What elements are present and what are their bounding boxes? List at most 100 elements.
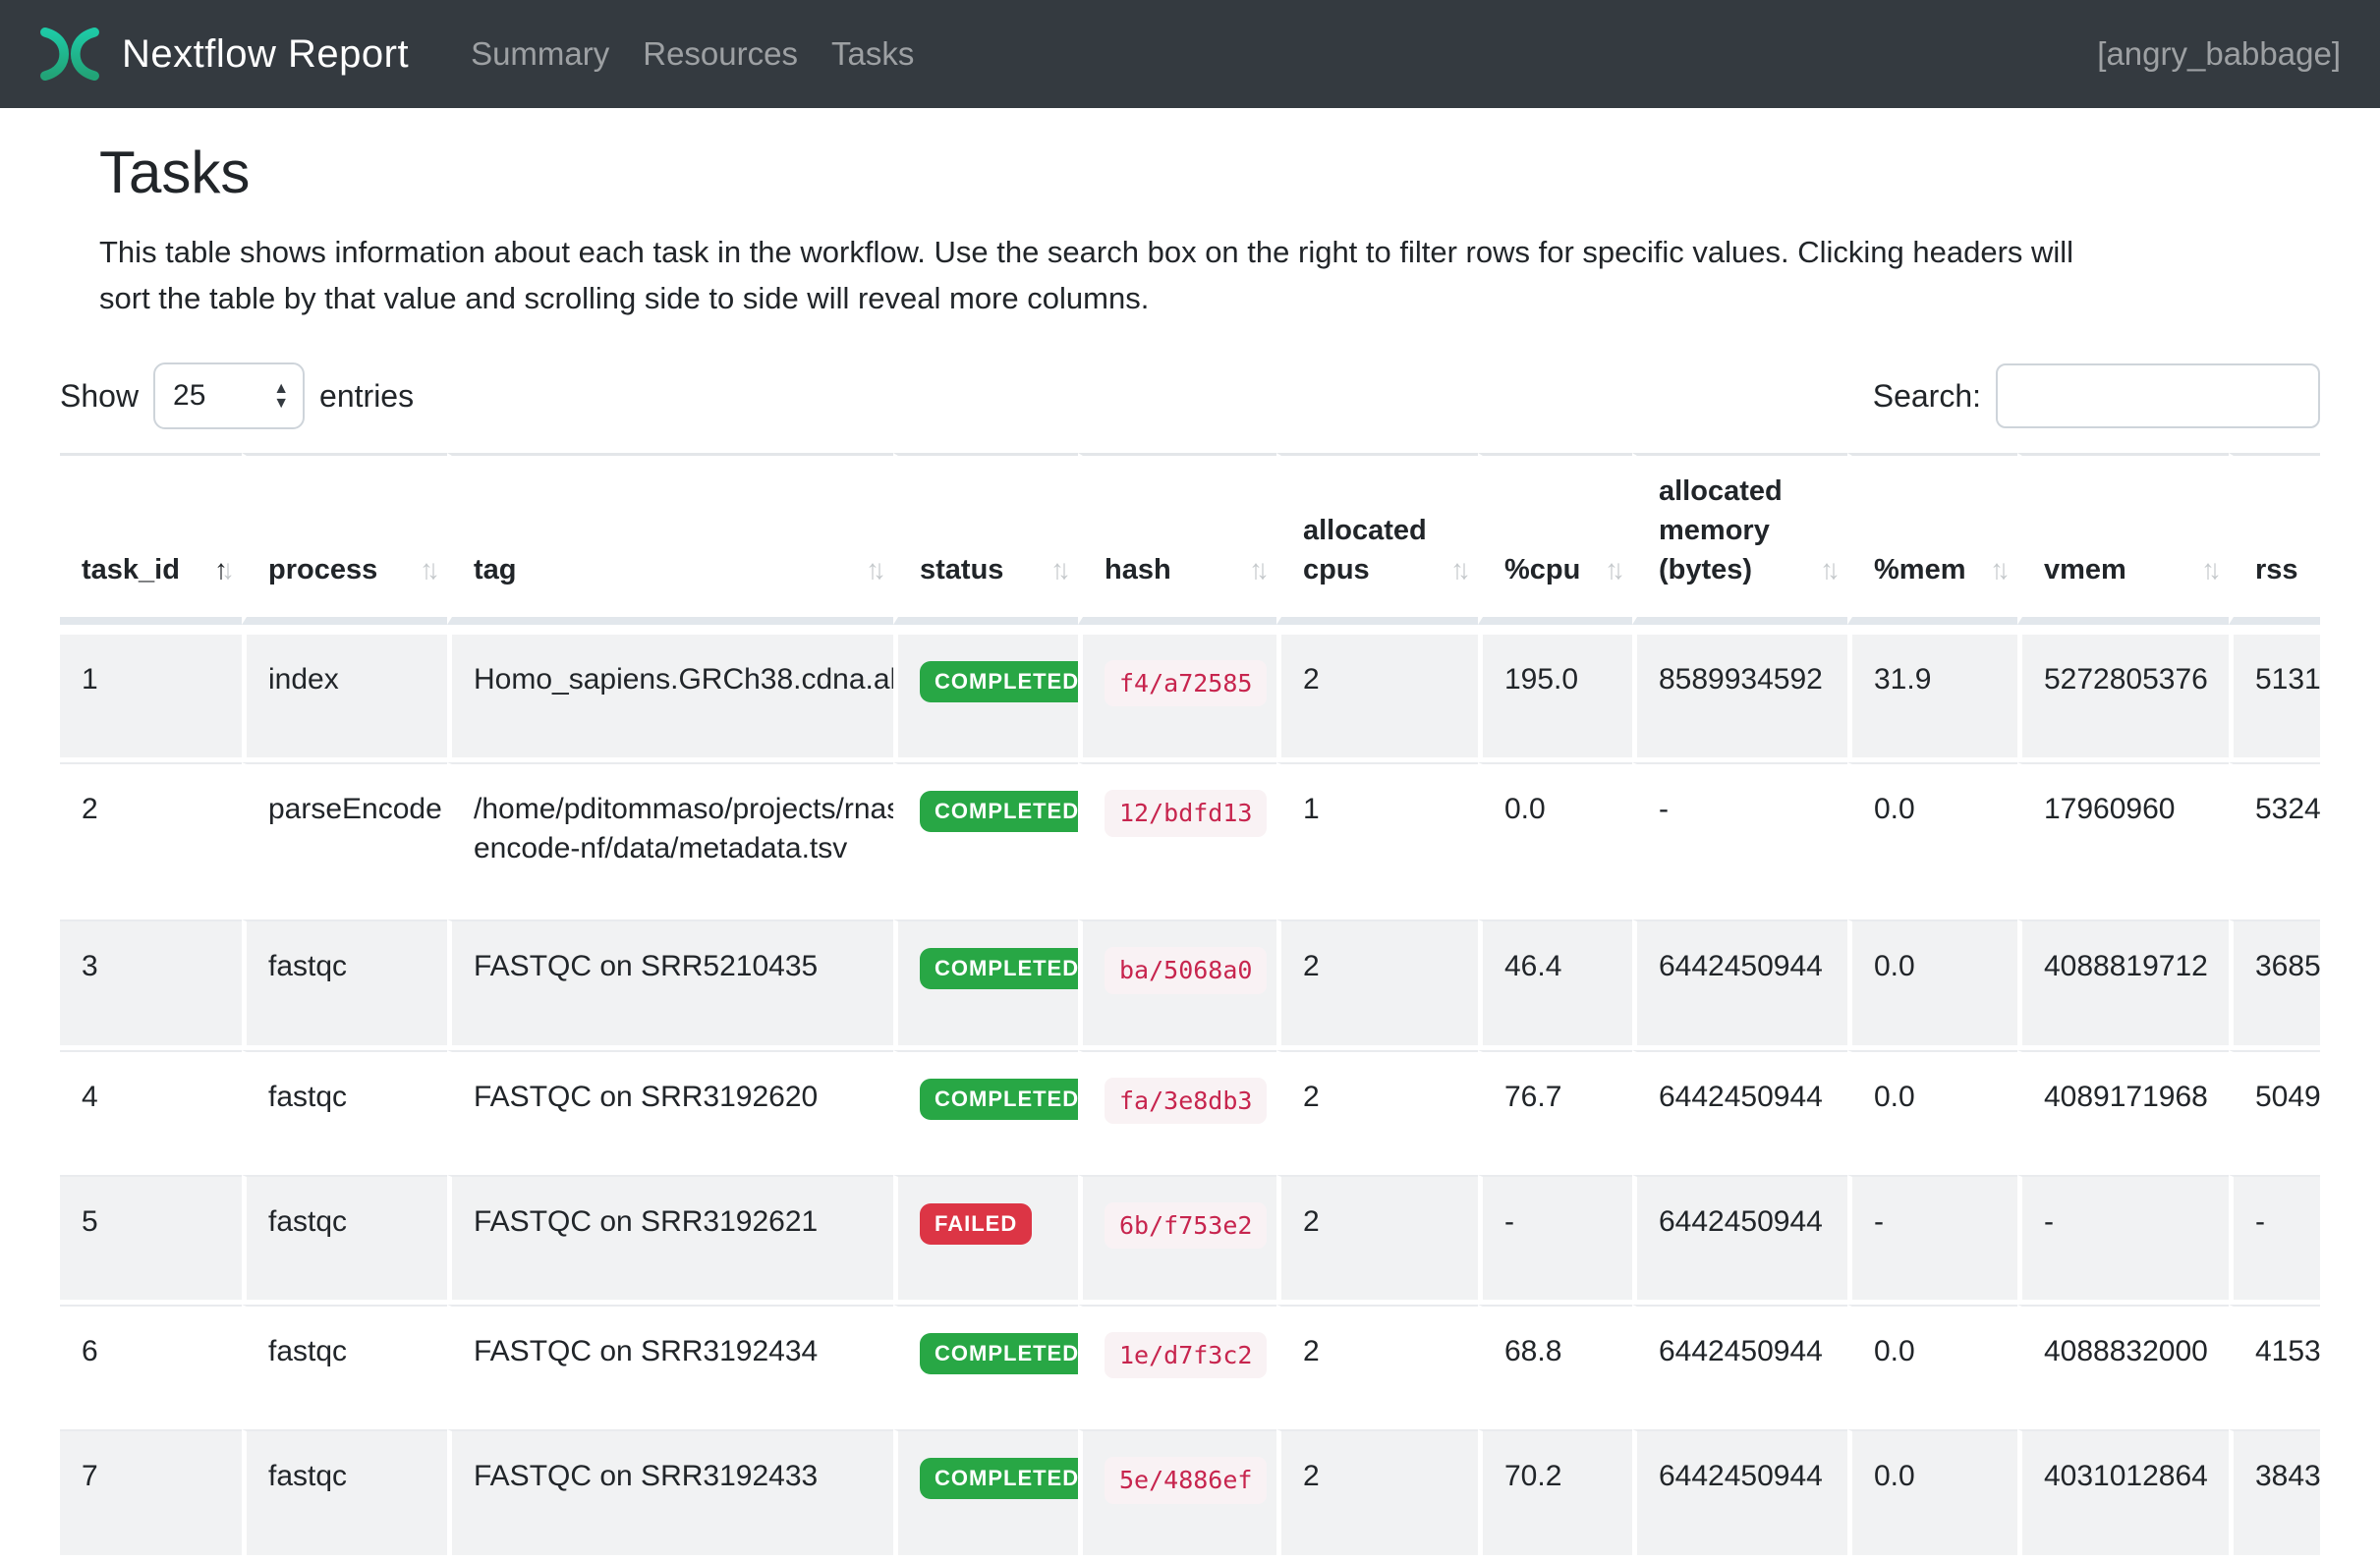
- cell-pcpu: -: [1478, 1175, 1632, 1305]
- column-header-allocated_cpus[interactable]: allocated cpus↑↓: [1276, 453, 1478, 625]
- hash-code: 6b/f753e2: [1105, 1202, 1267, 1249]
- entries-label: entries: [319, 378, 414, 415]
- column-label: hash: [1105, 554, 1171, 585]
- app-title: Nextflow Report: [122, 32, 409, 77]
- select-updown-icon: ▲▼: [273, 381, 289, 411]
- cell-process: fastqc: [242, 1175, 447, 1305]
- cell-process: fastqc: [242, 919, 447, 1049]
- sort-icon: ↑↓: [214, 550, 228, 589]
- sort-icon: ↑↓: [1605, 550, 1618, 589]
- cell-status: COMPLETED: [893, 1429, 1078, 1559]
- cell-pcpu: 70.2: [1478, 1429, 1632, 1559]
- column-label: task_id: [82, 554, 180, 585]
- nav-item-summary[interactable]: Summary: [454, 35, 626, 73]
- cell-allocated_memory: 6442450944: [1632, 919, 1847, 1049]
- cell-allocated_cpus: 2: [1276, 1305, 1478, 1429]
- sort-icon: ↑↓: [1450, 550, 1464, 589]
- cell-task_id: 2: [60, 762, 242, 919]
- column-header-tag[interactable]: tag↑↓: [447, 453, 893, 625]
- navbar: Nextflow Report SummaryResourcesTasks [a…: [0, 0, 2380, 108]
- table-row: 3fastqcFASTQC on SRR5210435COMPLETEDba/5…: [60, 919, 2320, 1049]
- cell-allocated_memory: 8589934592: [1632, 625, 1847, 762]
- cell-tag: FASTQC on SRR3192621: [447, 1175, 893, 1305]
- cell-task_id: 5: [60, 1175, 242, 1305]
- table-row: 7fastqcFASTQC on SRR3192433COMPLETED5e/4…: [60, 1429, 2320, 1559]
- tag-text: Homo_sapiens.GRCh38.cdna.all.fa.gz: [474, 660, 872, 699]
- tag-text: FASTQC on SRR3192433: [474, 1457, 872, 1496]
- cell-hash: f4/a72585: [1078, 625, 1276, 762]
- cell-pmem: 0.0: [1847, 1429, 2017, 1559]
- status-badge: COMPLETED: [920, 1458, 1078, 1499]
- column-label: allocated memory (bytes): [1659, 475, 1783, 585]
- column-header-pmem[interactable]: %mem↑↓: [1847, 453, 2017, 625]
- status-badge: COMPLETED: [920, 1333, 1078, 1374]
- search-input[interactable]: [1996, 363, 2320, 428]
- cell-hash: fa/3e8db3: [1078, 1050, 1276, 1175]
- cell-process: parseEncode: [242, 762, 447, 919]
- cell-pmem: 0.0: [1847, 1305, 2017, 1429]
- cell-vmem: 4088819712: [2017, 919, 2229, 1049]
- navbar-nav: SummaryResourcesTasks: [454, 35, 931, 73]
- column-label: status: [920, 554, 1003, 585]
- cell-tag: Homo_sapiens.GRCh38.cdna.all.fa.gz: [447, 625, 893, 762]
- cell-status: COMPLETED: [893, 1050, 1078, 1175]
- hash-code: 12/bdfd13: [1105, 790, 1267, 836]
- cell-pcpu: 195.0: [1478, 625, 1632, 762]
- cell-tag: FASTQC on SRR3192433: [447, 1429, 893, 1559]
- sort-icon: ↑↓: [866, 550, 879, 589]
- cell-allocated_memory: 6442450944: [1632, 1305, 1847, 1429]
- cell-tag: FASTQC on SRR5210435: [447, 919, 893, 1049]
- status-badge: COMPLETED: [920, 1079, 1078, 1120]
- cell-process: index: [242, 625, 447, 762]
- cell-pcpu: 76.7: [1478, 1050, 1632, 1175]
- hash-code: 5e/4886ef: [1105, 1457, 1267, 1503]
- cell-pcpu: 0.0: [1478, 762, 1632, 919]
- cell-rss: 504988: [2229, 1050, 2320, 1175]
- column-header-rss[interactable]: rss↑↓: [2229, 453, 2320, 625]
- column-label: process: [268, 554, 377, 585]
- cell-status: COMPLETED: [893, 762, 1078, 919]
- status-badge: COMPLETED: [920, 948, 1078, 989]
- cell-rss: 384312: [2229, 1429, 2320, 1559]
- column-header-allocated_memory[interactable]: allocated memory (bytes)↑↓: [1632, 453, 1847, 625]
- cell-status: COMPLETED: [893, 1305, 1078, 1429]
- cell-hash: ba/5068a0: [1078, 919, 1276, 1049]
- cell-rss: 415300: [2229, 1305, 2320, 1429]
- nav-item-tasks[interactable]: Tasks: [815, 35, 931, 73]
- status-badge: COMPLETED: [920, 661, 1078, 702]
- hash-code: fa/3e8db3: [1105, 1078, 1267, 1124]
- hash-code: f4/a72585: [1105, 660, 1267, 706]
- status-badge: COMPLETED: [920, 791, 1078, 832]
- cell-vmem: 5272805376: [2017, 625, 2229, 762]
- column-header-task_id[interactable]: task_id ↑↓: [60, 453, 242, 625]
- nextflow-logo-icon: [39, 27, 100, 82]
- table-controls: Show 25 ▲▼ entries Search:: [60, 362, 2320, 429]
- nav-item-resources[interactable]: Resources: [626, 35, 815, 73]
- status-badge: FAILED: [920, 1203, 1032, 1245]
- tasks-table-wrapper[interactable]: task_id↑↓process↑↓tag↑↓status↑↓hash↑↓all…: [60, 453, 2320, 1560]
- cell-pcpu: 68.8: [1478, 1305, 1632, 1429]
- hash-code: ba/5068a0: [1105, 947, 1267, 993]
- column-header-status[interactable]: status↑↓: [893, 453, 1078, 625]
- cell-tag: /home/pditommaso/projects/rnaseq-encode-…: [447, 762, 893, 919]
- column-header-process[interactable]: process↑↓: [242, 453, 447, 625]
- table-row: 1indexHomo_sapiens.GRCh38.cdna.all.fa.gz…: [60, 625, 2320, 762]
- cell-pmem: 0.0: [1847, 1050, 2017, 1175]
- cell-vmem: -: [2017, 1175, 2229, 1305]
- column-header-vmem[interactable]: vmem↑↓: [2017, 453, 2229, 625]
- cell-hash: 12/bdfd13: [1078, 762, 1276, 919]
- cell-allocated_cpus: 2: [1276, 1050, 1478, 1175]
- tasks-table: task_id↑↓process↑↓tag↑↓status↑↓hash↑↓all…: [60, 453, 2320, 1560]
- cell-vmem: 17960960: [2017, 762, 2229, 919]
- column-header-hash[interactable]: hash↑↓: [1078, 453, 1276, 625]
- tag-text: FASTQC on SRR3192434: [474, 1332, 872, 1371]
- cell-allocated_memory: -: [1632, 762, 1847, 919]
- cell-hash: 6b/f753e2: [1078, 1175, 1276, 1305]
- column-label: rss: [2255, 554, 2298, 585]
- column-header-pcpu[interactable]: %cpu↑↓: [1478, 453, 1632, 625]
- cell-status: FAILED: [893, 1175, 1078, 1305]
- entries-select[interactable]: 25 ▲▼: [153, 362, 305, 429]
- cell-status: COMPLETED: [893, 625, 1078, 762]
- cell-allocated_memory: 6442450944: [1632, 1175, 1847, 1305]
- sort-icon: ↑↓: [2201, 550, 2215, 589]
